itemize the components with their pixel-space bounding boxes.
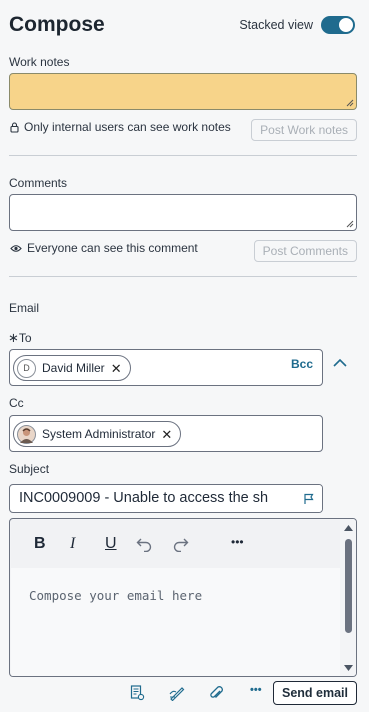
scroll-up-icon[interactable] [344,525,353,531]
resize-grip-icon[interactable] [346,220,354,228]
divider [9,276,357,277]
editor-scrollbar[interactable] [340,519,356,676]
to-label-group: ∗To [8,330,32,346]
undo-icon[interactable] [136,536,152,552]
cc-label: Cc [9,396,24,410]
to-recipient-chip: D David Miller ✕ [13,355,131,381]
remove-recipient-icon[interactable]: ✕ [111,362,122,375]
underline-button[interactable]: U [105,535,117,553]
compose-footer: ••• Send email [0,681,369,706]
template-icon[interactable] [130,685,145,701]
redo-icon[interactable] [173,536,189,552]
user-photo-icon [20,427,33,443]
subject-value: INC0009009 - Unable to access the sh [19,490,269,506]
cc-field[interactable]: System Administrator ✕ [9,415,323,452]
to-field[interactable]: D David Miller ✕ Bcc [9,349,323,386]
email-section-label: Email [9,301,40,315]
stacked-view-label: Stacked view [239,18,313,32]
to-label: To [18,331,32,345]
comments-textarea[interactable] [9,194,357,231]
flag-icon [304,493,314,504]
work-notes-visibility-note: Only internal users can see work notes [10,120,231,134]
scrollbar-thumb[interactable] [345,539,352,633]
chevron-up-icon[interactable] [333,358,347,367]
remove-recipient-icon[interactable]: ✕ [161,428,172,441]
post-work-notes-button[interactable]: Post Work notes [251,119,357,141]
email-body-placeholder: Compose your email here [29,588,203,603]
recipient-name: System Administrator [42,427,156,441]
work-notes-note-text: Only internal users can see work notes [24,120,231,134]
comments-label: Comments [9,176,68,190]
required-marker: ∗ [8,330,19,345]
more-options-button[interactable]: ••• [250,684,262,696]
bcc-link[interactable]: Bcc [291,357,313,371]
page-title: Compose [9,13,105,36]
subject-input[interactable]: INC0009009 - Unable to access the sh [9,484,323,513]
stacked-view-toggle-group: Stacked view [239,16,355,34]
stacked-view-toggle[interactable] [321,16,355,34]
italic-button[interactable]: I [70,535,75,553]
email-editor: B I U ••• Compose your email here [9,518,357,677]
lock-icon [10,121,19,133]
subject-label: Subject [9,462,50,476]
eye-icon [10,244,22,252]
divider [9,155,357,156]
more-formatting-button[interactable]: ••• [231,535,244,549]
comments-note-text: Everyone can see this comment [27,241,198,255]
avatar [17,424,36,444]
bold-button[interactable]: B [34,535,46,553]
resize-grip-icon[interactable] [346,99,354,107]
send-email-button[interactable]: Send email [273,681,357,705]
cc-recipient-chip: System Administrator ✕ [13,421,182,447]
avatar: D [17,358,36,378]
recipient-name: David Miller [42,361,105,375]
flag-button[interactable] [296,485,322,512]
email-body-input[interactable]: Compose your email here [11,568,341,676]
editor-toolbar: B I U ••• [11,520,341,568]
work-notes-textarea[interactable] [9,73,357,110]
signature-icon[interactable] [169,685,185,701]
scroll-down-icon[interactable] [344,665,353,671]
attachment-icon[interactable] [209,685,223,701]
post-comments-button[interactable]: Post Comments [253,240,357,262]
comments-visibility-note: Everyone can see this comment [10,241,198,255]
toggle-knob [338,17,354,33]
work-notes-label: Work notes [9,55,70,69]
